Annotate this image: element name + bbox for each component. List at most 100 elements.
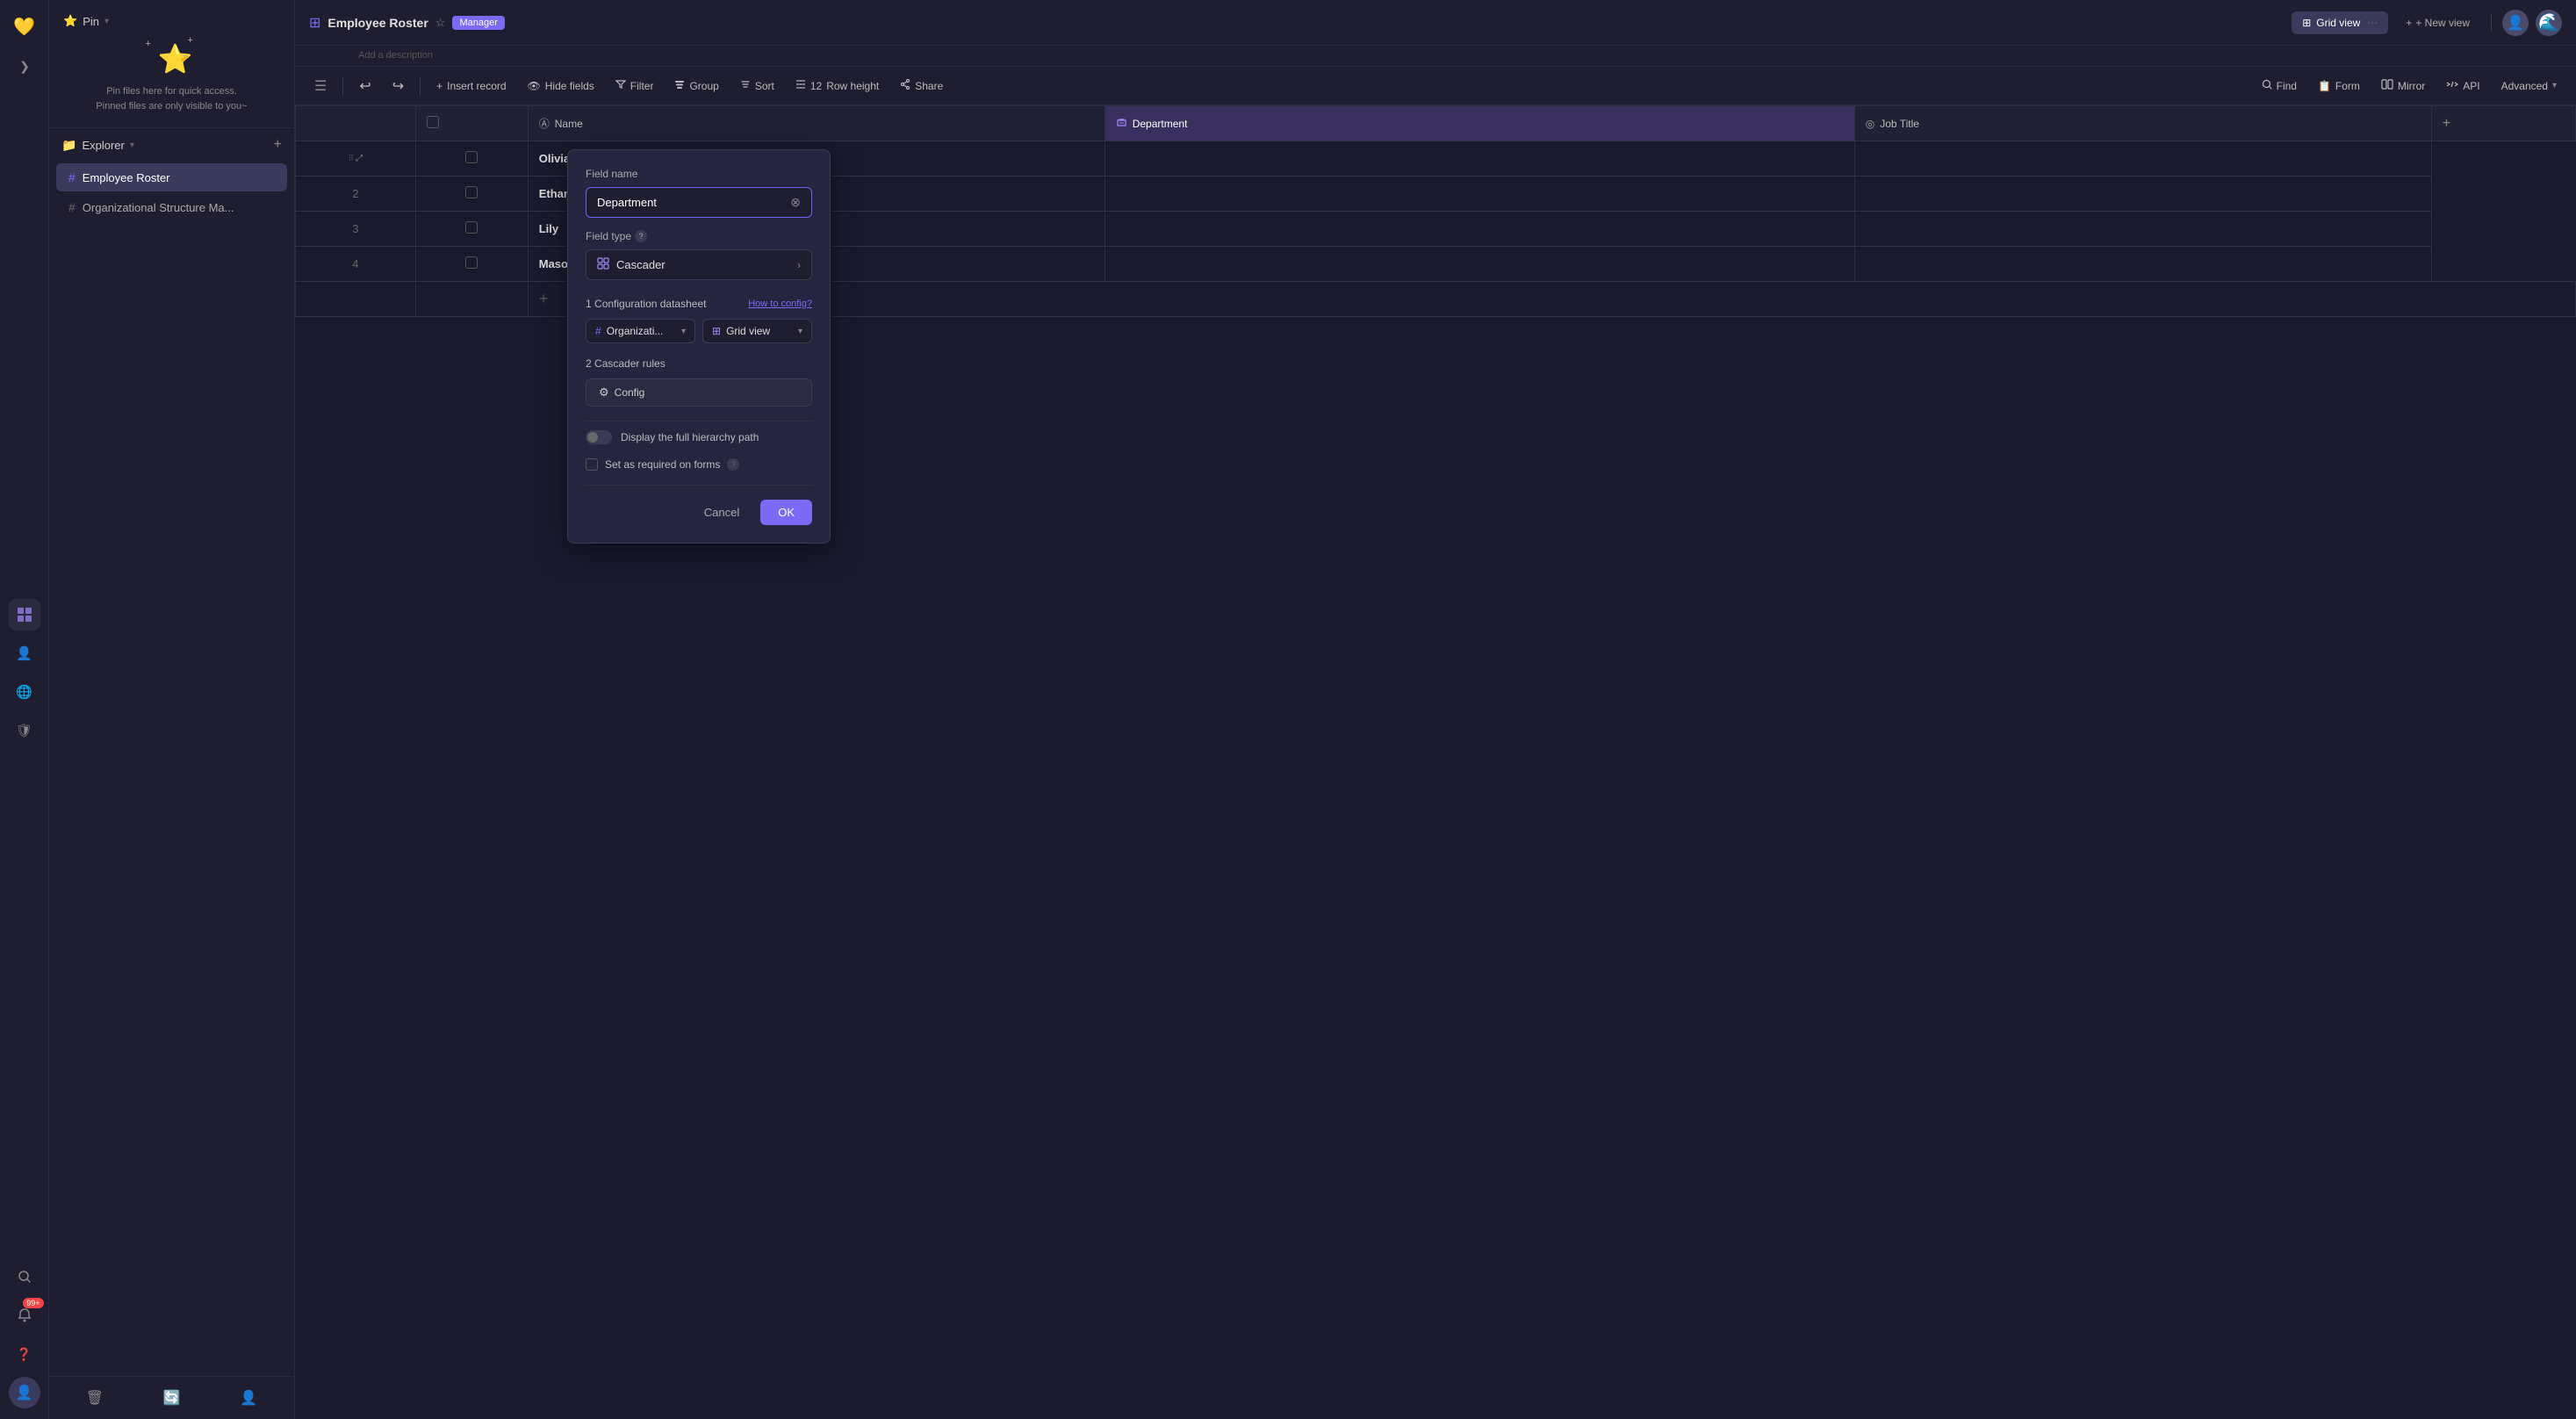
find-label: Find bbox=[2277, 80, 2297, 92]
form-button[interactable]: 📋 Form bbox=[2309, 76, 2369, 97]
new-view-button[interactable]: + + New view bbox=[2395, 11, 2480, 34]
group-button[interactable]: Group bbox=[666, 75, 727, 97]
cancel-button[interactable]: Cancel bbox=[692, 500, 752, 525]
sidebar-shield-icon[interactable]: 🛡 bbox=[9, 715, 40, 746]
required-checkbox[interactable] bbox=[586, 458, 598, 471]
api-button[interactable]: API bbox=[2437, 75, 2488, 97]
mirror-label: Mirror bbox=[2398, 80, 2425, 92]
trash-button[interactable]: 🗑 bbox=[81, 1384, 109, 1412]
nav-items-list: # Employee Roster # Organizational Struc… bbox=[49, 162, 294, 223]
add-description-link[interactable]: Add a description bbox=[344, 47, 447, 64]
config-btn-label: Config bbox=[615, 386, 645, 399]
grid-area: Ⓐ Name bbox=[295, 105, 2576, 1419]
add-user-button[interactable]: 👤 bbox=[234, 1384, 263, 1412]
filter-label: Filter bbox=[630, 80, 654, 92]
redo-button[interactable]: ↪ bbox=[384, 73, 413, 99]
sync-button[interactable]: 🔄 bbox=[158, 1384, 186, 1412]
sidebar-users-icon[interactable]: 👤 bbox=[9, 637, 40, 669]
breadcrumb-star-icon[interactable]: ☆ bbox=[435, 16, 446, 30]
field-name-input-container[interactable]: Department ⊗ bbox=[586, 187, 812, 218]
org-dropdown-chevron: ▾ bbox=[681, 327, 686, 336]
insert-record-label: Insert record bbox=[447, 80, 506, 92]
breadcrumb: ⊞ Employee Roster ☆ Manager bbox=[309, 14, 2281, 32]
user-avatar[interactable]: 👤 bbox=[2502, 10, 2529, 36]
pin-label: Pin bbox=[83, 15, 99, 28]
required-forms-row: Set as required on forms ? bbox=[586, 458, 812, 486]
insert-record-icon: + bbox=[436, 80, 443, 92]
breadcrumb-title: Employee Roster bbox=[327, 16, 428, 30]
tab-grid-view[interactable]: ⊞ Grid view ⋯ bbox=[2292, 11, 2388, 34]
config-how-to-link[interactable]: How to config? bbox=[748, 299, 812, 309]
sidebar-item-employee-roster[interactable]: # Employee Roster bbox=[56, 163, 287, 191]
required-help-icon[interactable]: ? bbox=[727, 458, 739, 471]
org-datasheet-dropdown[interactable]: # Organizati... ▾ bbox=[586, 319, 695, 343]
hide-fields-button[interactable]: 👁 Hide fields bbox=[519, 76, 603, 97]
breadcrumb-hash-icon: ⊞ bbox=[309, 14, 320, 32]
sidebar-item-org-structure[interactable]: # Organizational Structure Ma... bbox=[56, 193, 287, 221]
config-section-label: 1 Configuration datasheet bbox=[586, 298, 706, 310]
org-hash-icon: # bbox=[595, 325, 601, 337]
field-modal-overlay: Field name Department ⊗ Field type ? bbox=[295, 105, 2576, 1419]
sidebar-grid-icon[interactable] bbox=[9, 599, 40, 630]
user-avatar-2[interactable]: 🌊 bbox=[2536, 10, 2562, 36]
field-type-selector[interactable]: Cascader › bbox=[586, 249, 812, 280]
pin-header[interactable]: ⭐ Pin ▾ bbox=[63, 14, 280, 28]
sidebar-toggle-button[interactable]: ☰ bbox=[306, 73, 335, 99]
share-icon bbox=[900, 79, 910, 92]
explorer-header[interactable]: 📁 Explorer ▾ + bbox=[49, 128, 294, 162]
sidebar-globe-icon[interactable]: 🌐 bbox=[9, 676, 40, 708]
view-tabs: ⊞ Grid view ⋯ bbox=[2292, 11, 2388, 34]
app-logo[interactable]: 💛 bbox=[9, 11, 40, 42]
filter-icon bbox=[615, 79, 626, 92]
ok-button[interactable]: OK bbox=[760, 500, 812, 525]
toolbar-sep-2 bbox=[420, 77, 421, 95]
explorer-header-left: 📁 Explorer ▾ bbox=[61, 138, 134, 153]
insert-record-button[interactable]: + Insert record bbox=[428, 76, 514, 97]
org-dropdown-label: Organizati... bbox=[607, 325, 664, 337]
cascader-field-icon bbox=[597, 257, 609, 272]
grid-view-dropdown[interactable]: ⊞ Grid view ▾ bbox=[702, 319, 812, 343]
pin-chevron-icon: ▾ bbox=[104, 17, 109, 26]
row-height-button[interactable]: 12 Row height bbox=[787, 75, 888, 97]
sidebar-search-icon[interactable] bbox=[9, 1261, 40, 1293]
cascader-config-button[interactable]: ⚙ Config bbox=[586, 378, 812, 407]
api-icon bbox=[2446, 79, 2458, 92]
sidebar-avatar[interactable]: 👤 bbox=[9, 1377, 40, 1408]
sidebar-bell-icon[interactable]: 99+ bbox=[9, 1300, 40, 1331]
explorer-add-button[interactable]: + bbox=[274, 137, 282, 153]
new-view-plus-icon: + bbox=[2406, 17, 2412, 29]
undo-button[interactable]: ↩ bbox=[350, 73, 379, 99]
grid-dropdown-icon: ⊞ bbox=[712, 325, 721, 337]
hierarchy-path-toggle[interactable] bbox=[586, 430, 612, 444]
share-button[interactable]: Share bbox=[891, 75, 952, 97]
field-type-left: Cascader bbox=[597, 257, 666, 272]
left-panel: ⭐ Pin ▾ ⭐ + + + Pin files here for quick… bbox=[49, 0, 295, 1419]
form-icon: 📋 bbox=[2318, 80, 2331, 92]
advanced-chevron-icon: ▾ bbox=[2552, 81, 2557, 90]
field-type-chevron-icon: › bbox=[797, 259, 801, 271]
field-name-clear-icon[interactable]: ⊗ bbox=[790, 195, 801, 210]
config-section-header: 1 Configuration datasheet How to config? bbox=[586, 298, 812, 310]
sort-label: Sort bbox=[755, 80, 774, 92]
mirror-button[interactable]: Mirror bbox=[2372, 75, 2434, 97]
find-button[interactable]: Find bbox=[2253, 75, 2306, 97]
group-icon bbox=[674, 79, 685, 92]
notification-badge: 99+ bbox=[23, 1298, 43, 1308]
sort-button[interactable]: Sort bbox=[731, 75, 783, 97]
field-name-value: Department bbox=[597, 196, 657, 209]
main-content: ⊞ Employee Roster ☆ Manager ⊞ Grid view … bbox=[295, 0, 2576, 1419]
collapse-sidebar-button[interactable]: ❮ bbox=[9, 53, 40, 84]
api-label: API bbox=[2463, 80, 2479, 92]
grid-tab-dots-icon[interactable]: ⋯ bbox=[2367, 17, 2378, 29]
field-type-text: Field type bbox=[586, 230, 631, 242]
sidebar-help-icon[interactable]: ❓ bbox=[9, 1338, 40, 1370]
filter-button[interactable]: Filter bbox=[607, 75, 663, 97]
hide-fields-label: Hide fields bbox=[545, 80, 594, 92]
advanced-button[interactable]: Advanced ▾ bbox=[2493, 76, 2565, 97]
config-dropdowns: # Organizati... ▾ ⊞ Grid view ▾ bbox=[586, 319, 812, 343]
pin-desc-1: Pin files here for quick access. bbox=[63, 84, 280, 99]
field-type-value: Cascader bbox=[616, 258, 666, 271]
row-height-label: Row height bbox=[826, 80, 879, 92]
field-type-help-icon[interactable]: ? bbox=[635, 230, 647, 242]
config-datasheet-section: 1 Configuration datasheet How to config?… bbox=[586, 298, 812, 343]
